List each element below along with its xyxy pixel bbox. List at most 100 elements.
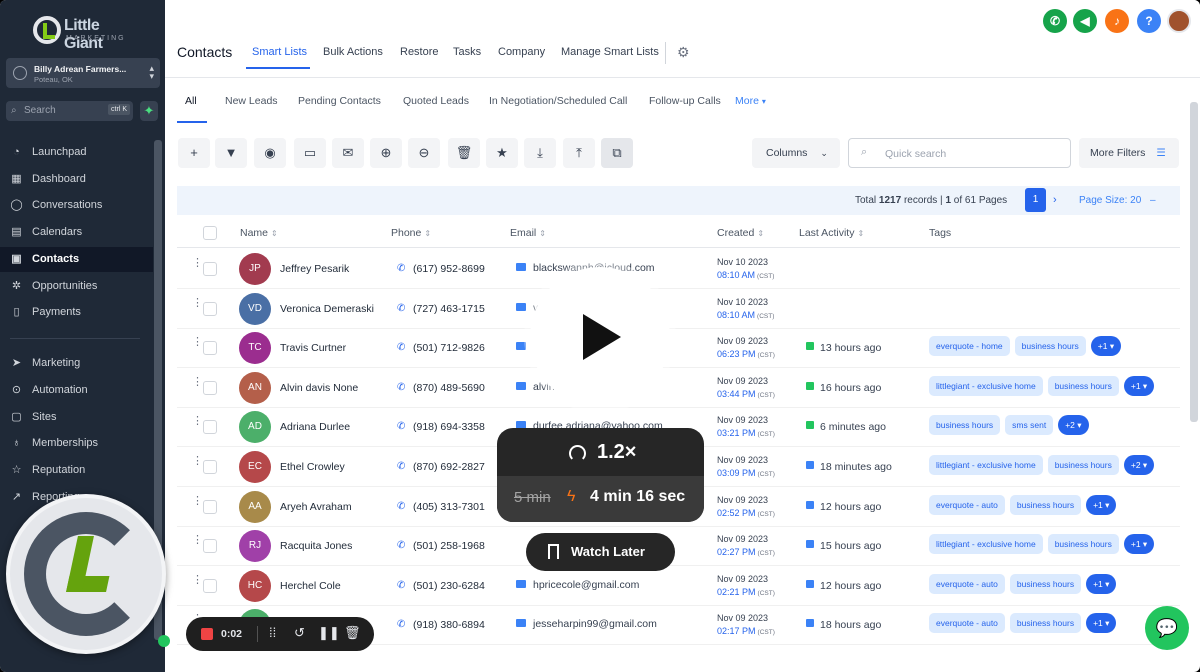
more-tags-button[interactable]: +1 ▾ xyxy=(1086,613,1117,634)
more-tags-button[interactable]: +1 ▾ xyxy=(1090,336,1122,357)
table-row[interactable]: ⋮JPJeffrey Pesarik✆(617) 952-8699blacksw… xyxy=(177,249,1180,289)
row-checkbox[interactable] xyxy=(203,460,217,474)
megaphone-icon[interactable]: ◀ xyxy=(1073,9,1097,33)
tag-chip[interactable]: littlegiant - exclusive home xyxy=(929,534,1043,555)
tag-chip[interactable]: everquote - home xyxy=(929,336,1010,357)
export-button[interactable]: ⤓ xyxy=(524,138,556,168)
tag-chip[interactable]: littlegiant - exclusive home xyxy=(929,375,1043,396)
sidebar-item-conversations[interactable]: ◯ Conversations xyxy=(0,193,153,218)
table-row[interactable]: ⋮ANAlvin davis None✆(870) 489-5690alvind… xyxy=(177,368,1180,408)
contact-name[interactable]: Ethel Crowley xyxy=(280,461,345,473)
trash-icon[interactable]: 🗑 xyxy=(344,625,361,641)
contact-phone[interactable]: (617) 952-8699 xyxy=(413,263,485,275)
tab-bulk-actions[interactable]: Bulk Actions xyxy=(323,46,383,58)
table-row[interactable]: ⋮TCTravis Curtner✆(501) 712-9826f...Nov … xyxy=(177,328,1180,369)
gear-icon[interactable]: ⚙ xyxy=(677,44,690,61)
add-contact-button[interactable]: + xyxy=(178,138,210,168)
sidebar-search[interactable]: ⌕ Search ctrl K xyxy=(6,101,133,121)
subtab-negotiation[interactable]: In Negotiation/Scheduled Call xyxy=(489,95,627,107)
subtab-quoted-leads[interactable]: Quoted Leads xyxy=(403,95,469,107)
contact-name[interactable]: Adriana Durlee xyxy=(280,421,350,433)
import-button[interactable]: ⤒ xyxy=(563,138,595,168)
more-tags-button[interactable]: +1 ▾ xyxy=(1123,534,1155,555)
tab-company[interactable]: Company xyxy=(498,46,545,58)
account-switcher[interactable]: Billy Adrean Farmers... Poteau, OK ▴ ▾ xyxy=(6,58,160,88)
subtab-follow-up[interactable]: Follow-up Calls xyxy=(649,95,721,107)
phone-icon[interactable]: ✆ xyxy=(1043,9,1067,33)
subtab-more[interactable]: More ▾ xyxy=(735,95,766,107)
remove-tag-button[interactable]: ⊖ xyxy=(408,138,440,168)
contact-name[interactable]: Herchel Cole xyxy=(280,580,341,592)
row-checkbox[interactable] xyxy=(203,539,217,554)
workflow-button[interactable]: ◉ xyxy=(254,138,286,168)
page-button-current[interactable]: 1 xyxy=(1025,188,1046,212)
select-all-checkbox[interactable] xyxy=(203,226,217,240)
contact-name[interactable]: Racquita Jones xyxy=(280,540,352,552)
tag-chip[interactable]: business hours xyxy=(1009,494,1082,515)
sidebar-item-launchpad[interactable]: ◔ Launchpad xyxy=(0,140,153,165)
drag-handle-icon[interactable]: ⋮ xyxy=(192,258,203,269)
contact-phone[interactable]: (501) 712-9826 xyxy=(413,342,485,354)
tab-restore[interactable]: Restore xyxy=(400,46,439,58)
drag-handle-icon[interactable]: ⋮ xyxy=(192,495,203,506)
restart-icon[interactable]: ↺ xyxy=(294,625,305,641)
add-tag-button[interactable]: ⊕ xyxy=(370,138,402,168)
email-button[interactable]: ✉ xyxy=(332,138,364,168)
user-avatar[interactable] xyxy=(1167,9,1191,33)
col-phone[interactable]: Phone ⇕ xyxy=(391,227,431,239)
tag-chip[interactable]: sms sent xyxy=(1005,415,1054,436)
row-checkbox[interactable] xyxy=(203,420,217,435)
more-tags-button[interactable]: +2 ▾ xyxy=(1123,455,1155,475)
tag-chip[interactable]: everquote - auto xyxy=(929,613,1005,634)
contact-name[interactable]: Travis Curtner xyxy=(280,342,346,354)
webcam-bubble[interactable] xyxy=(6,494,166,654)
contact-name[interactable]: Veronica Demeraski xyxy=(280,303,374,315)
subtab-pending-contacts[interactable]: Pending Contacts xyxy=(298,95,381,107)
contact-email[interactable]: jesseharpin99@gmail.com xyxy=(533,618,657,630)
drag-handle-icon[interactable]: ⋮ xyxy=(192,416,203,427)
tag-chip[interactable]: business hours xyxy=(1009,573,1082,594)
tag-chip[interactable]: business hours xyxy=(929,415,1001,436)
quick-search-input[interactable] xyxy=(885,145,1055,163)
drag-handle-icon[interactable]: ⋮ xyxy=(192,535,203,546)
drag-handle-icon[interactable]: ⋮ xyxy=(192,337,203,348)
quick-action-button[interactable]: ✦ xyxy=(140,101,158,121)
tag-chip[interactable]: littlegiant - exclusive home xyxy=(929,455,1043,475)
row-checkbox[interactable] xyxy=(203,499,217,514)
tag-chip[interactable]: everquote - auto xyxy=(929,573,1005,594)
contact-phone[interactable]: (405) 313-7301 xyxy=(413,501,485,513)
tag-chip[interactable]: business hours xyxy=(1047,534,1119,555)
sidebar-item-sites[interactable]: ▢ Sites xyxy=(0,405,153,430)
stop-recording-button[interactable] xyxy=(201,628,213,640)
sidebar-item-dashboard[interactable]: ▦ Dashboard xyxy=(0,167,153,192)
more-tags-button[interactable]: +1 ▾ xyxy=(1086,573,1117,594)
pause-icon[interactable]: ❚❚ xyxy=(318,625,340,641)
table-row[interactable]: ⋮VDVeronica Demeraski✆(727) 463-1715vi..… xyxy=(177,289,1180,329)
main-scrollbar[interactable] xyxy=(1190,102,1198,422)
tab-manage-smart-lists[interactable]: Manage Smart Lists xyxy=(561,46,659,58)
col-name[interactable]: Name ⇕ xyxy=(240,227,278,239)
contact-email[interactable]: hpricecole@gmail.com xyxy=(533,579,639,591)
more-filters-button[interactable]: More Filters ☰ xyxy=(1079,138,1179,168)
help-icon[interactable]: ? xyxy=(1137,9,1161,33)
row-checkbox[interactable] xyxy=(203,301,217,316)
row-checkbox[interactable] xyxy=(203,262,217,276)
sidebar-item-calendars[interactable]: ▤ Calendars xyxy=(0,220,153,245)
more-tags-button[interactable]: +2 ▾ xyxy=(1058,415,1089,436)
tag-chip[interactable]: business hours xyxy=(1009,613,1082,634)
drag-handle-icon[interactable]: ⋮ xyxy=(192,574,203,585)
filter-button[interactable]: ▼ xyxy=(215,138,247,168)
drag-handle-icon[interactable]: ⋮ xyxy=(192,376,203,387)
tag-chip[interactable]: business hours xyxy=(1047,455,1119,475)
delete-button[interactable]: 🗑 xyxy=(448,138,480,168)
chevron-right-icon[interactable]: › xyxy=(1053,194,1057,206)
more-tags-button[interactable]: +1 ▾ xyxy=(1086,494,1117,515)
sidebar-item-reputation[interactable]: ☆ Reputation xyxy=(0,458,153,483)
drag-handle-icon[interactable]: ⋮ xyxy=(192,456,203,467)
tag-chip[interactable]: business hours xyxy=(1047,375,1119,396)
sidebar-item-opportunities[interactable]: ✲ Opportunities xyxy=(0,274,153,299)
review-button[interactable]: ★ xyxy=(486,138,518,168)
col-email[interactable]: Email ⇕ xyxy=(510,227,546,239)
row-checkbox[interactable] xyxy=(203,578,217,593)
sidebar-item-memberships[interactable]: ♁ Memberships xyxy=(0,431,153,456)
